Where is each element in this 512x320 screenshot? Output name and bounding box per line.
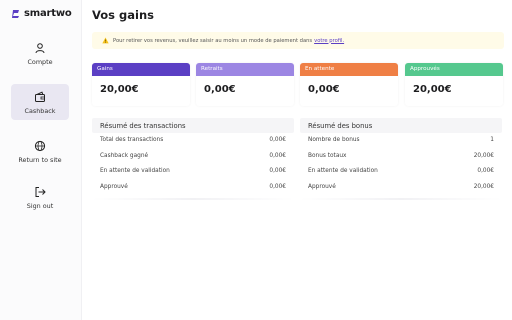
sidebar-item-label: Cashback [24, 107, 56, 115]
summary-row-label: En attente de validation [100, 168, 170, 174]
smartwo-logo-icon [12, 9, 19, 18]
payment-warning-banner: Pour retirer vos revenus, veuillez saisi… [92, 32, 504, 49]
summary-title: Résumé des transactions [92, 118, 294, 133]
profile-link[interactable]: votre profil. [314, 38, 344, 44]
summary-row: Nombre de bonus 1 [300, 133, 502, 149]
warning-icon [102, 37, 109, 44]
stat-card-gains: Gains 20,00€ [92, 63, 190, 106]
main-content: Vos gains Pour retirer vos revenus, veui… [92, 0, 504, 320]
summary-row-value: 0,00€ [269, 183, 286, 190]
summary-title: Résumé des bonus [300, 118, 502, 133]
transactions-summary: Résumé des transactions Total des transa… [92, 118, 294, 200]
summary-row: Approuvé 20,00€ [300, 180, 502, 196]
stat-card-label: Approuvés [405, 63, 503, 76]
summary-row-label: Bonus totaux [308, 152, 347, 159]
sign-out-icon [35, 187, 46, 197]
bonus-summary: Résumé des bonus Nombre de bonus 1 Bonus… [300, 118, 502, 200]
divider [300, 198, 502, 200]
sidebar-item-label: Sign out [26, 202, 54, 210]
user-icon [35, 43, 45, 54]
summary-row-value: 0,00€ [269, 152, 286, 159]
wallet-icon [35, 91, 45, 102]
stat-card-approuves: Approuvés 20,00€ [405, 63, 503, 106]
stat-card-value: 0,00€ [204, 84, 236, 95]
warning-text: Pour retirer vos revenus, veuillez saisi… [113, 37, 313, 44]
summary-row-value: 0,00€ [269, 137, 286, 143]
sidebar-item-compte[interactable]: Compte [11, 42, 69, 70]
sidebar-item-cashback[interactable]: Cashback [11, 84, 69, 120]
summary-row-value: 0,00€ [477, 168, 494, 174]
stat-card-retraits: Retraits 0,00€ [196, 63, 294, 106]
logo[interactable]: smartwo [12, 8, 72, 19]
summary-row: Bonus totaux 20,00€ [300, 149, 502, 165]
summary-row-value: 1 [490, 137, 494, 143]
summary-row-label: Approuvé [308, 183, 336, 190]
sidebar-item-return-to-site[interactable]: Return to site [11, 140, 69, 168]
logo-text: smartwo [24, 8, 72, 19]
summary-row-value: 20,00€ [473, 152, 494, 159]
summary-row-label: Total des transactions [100, 137, 164, 143]
stat-card-en-attente: En attente 0,00€ [300, 63, 398, 106]
stat-card-label: Retraits [196, 63, 294, 76]
page-title: Vos gains [92, 8, 154, 22]
sidebar-item-label: Compte [27, 58, 53, 66]
sidebar: smartwo Compte Cashback Return to site S… [0, 0, 82, 320]
sidebar-item-sign-out[interactable]: Sign out [11, 186, 69, 214]
stat-card-value: 0,00€ [308, 84, 340, 95]
stat-card-label: En attente [300, 63, 398, 76]
summary-row-value: 20,00€ [473, 183, 494, 190]
summary-row-label: En attente de validation [308, 168, 378, 174]
summary-row-label: Nombre de bonus [308, 137, 360, 143]
summary-row: En attente de validation 0,00€ [92, 164, 294, 180]
summary-row-label: Cashback gagné [100, 152, 149, 159]
stat-card-label: Gains [92, 63, 190, 76]
summary-row-label: Approuvé [100, 183, 128, 190]
summary-row: En attente de validation 0,00€ [300, 164, 502, 180]
divider [92, 198, 294, 200]
globe-icon [34, 140, 46, 152]
summary-row: Cashback gagné 0,00€ [92, 149, 294, 165]
summary-row: Total des transactions 0,00€ [92, 133, 294, 149]
stat-card-value: 20,00€ [413, 84, 452, 95]
stat-card-value: 20,00€ [100, 84, 139, 95]
summary-row-value: 0,00€ [269, 168, 286, 174]
summary-row: Approuvé 0,00€ [92, 180, 294, 196]
sidebar-item-label: Return to site [18, 156, 62, 164]
